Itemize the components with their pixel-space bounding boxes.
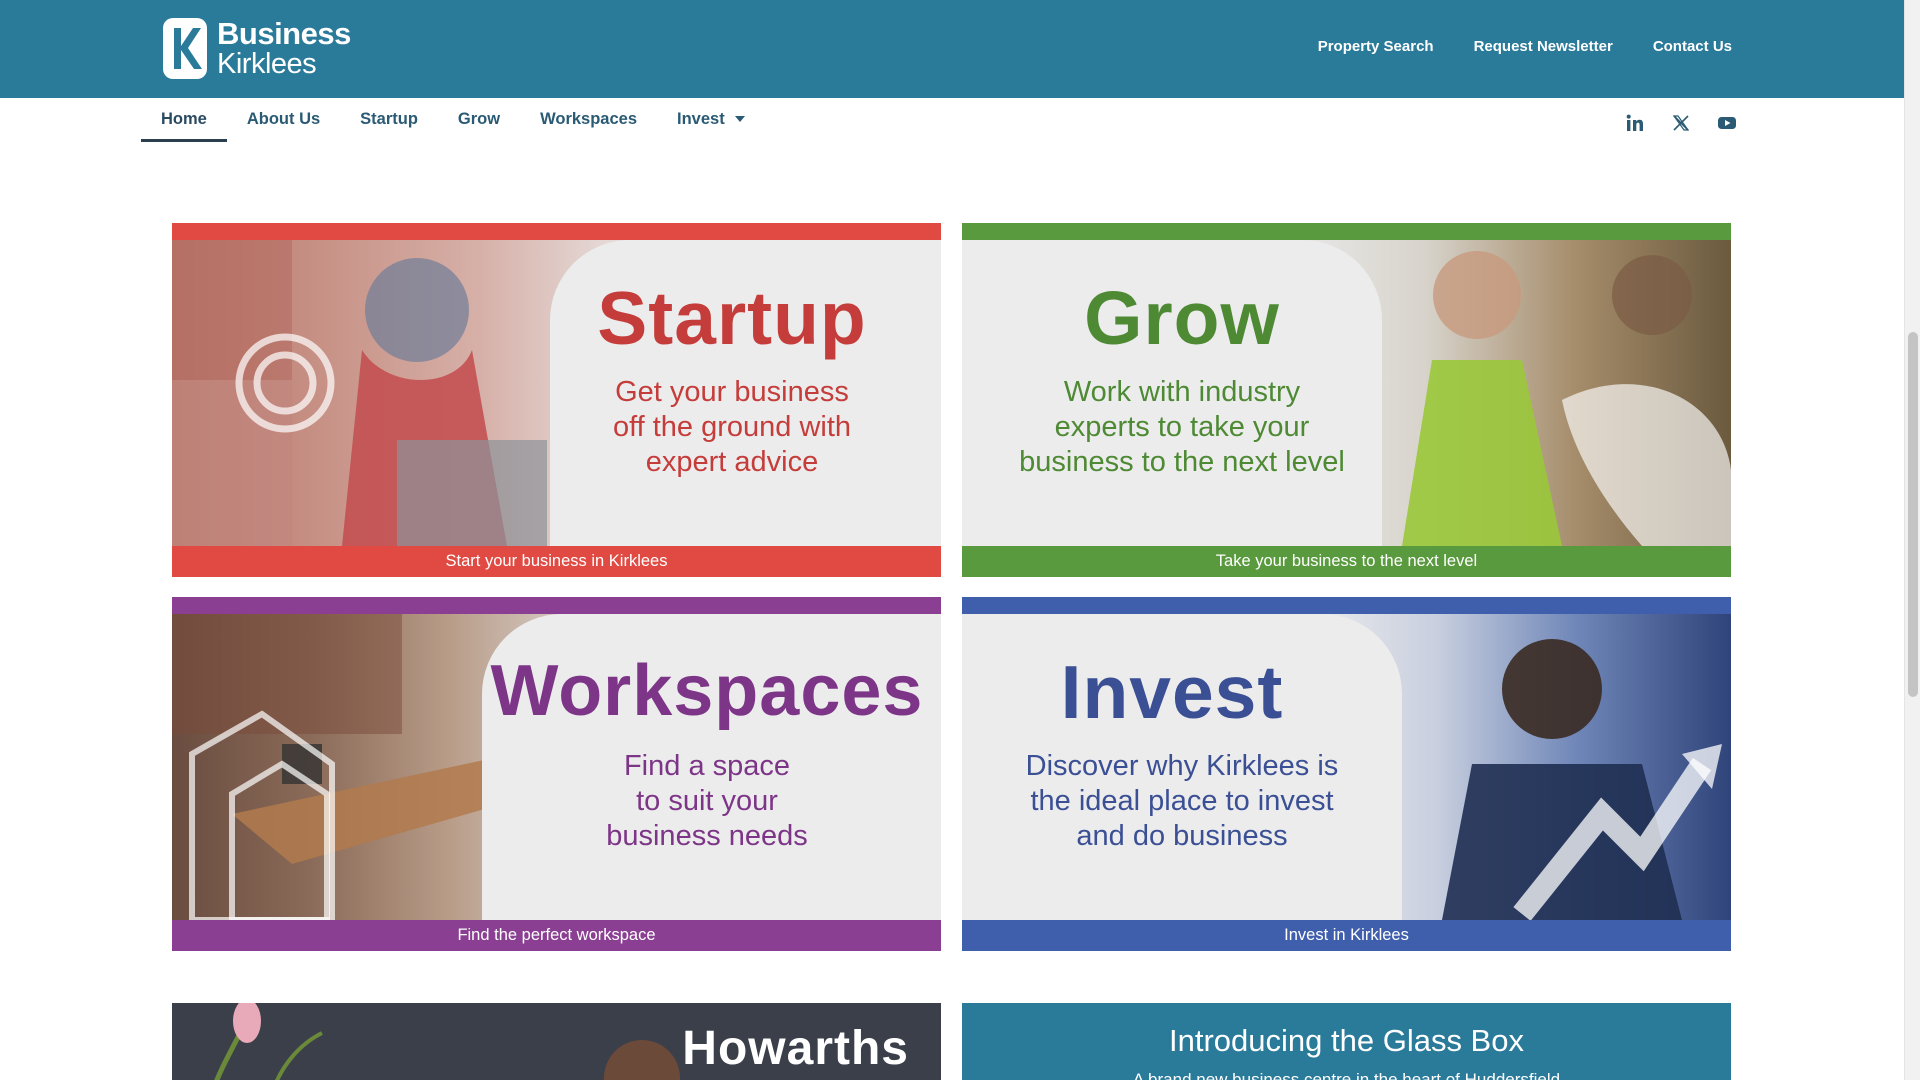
- nav-item-startup[interactable]: Startup: [340, 98, 438, 142]
- main-nav: Home About Us Startup Grow Workspaces In…: [141, 98, 765, 142]
- logo-wordmark: Business Kirklees: [217, 18, 351, 79]
- social-links: [1625, 113, 1737, 133]
- card-subtitle-line-3: business needs: [606, 820, 808, 852]
- card-subtitle-line-1: Get your business: [615, 376, 849, 408]
- glass-box-subtitle: A brand new business centre in the heart…: [1132, 1070, 1561, 1080]
- start-business-button[interactable]: Start your business in Kirklees: [172, 546, 941, 577]
- x-icon[interactable]: [1671, 113, 1691, 133]
- workspace-button[interactable]: Find the perfect workspace: [172, 920, 941, 951]
- card-subtitle-line-3: business to the next level: [1019, 446, 1345, 478]
- contact-us-link[interactable]: Contact Us: [1653, 38, 1732, 55]
- grow-business-button[interactable]: Take your business to the next level: [962, 546, 1731, 577]
- youtube-icon[interactable]: [1717, 113, 1737, 133]
- nav-label: About Us: [246, 110, 321, 128]
- card-subtitle-line-1: Discover why Kirklees is: [1025, 750, 1339, 782]
- card-startup[interactable]: Startup Get your business off the ground…: [172, 223, 941, 577]
- card-heading: Invest: [1060, 650, 1284, 734]
- card-subtitle-line-2: the ideal place to invest: [1030, 785, 1334, 817]
- nav-label: Invest: [677, 110, 725, 128]
- card-accent-strip: [172, 223, 941, 240]
- k-logo-icon: [163, 18, 207, 79]
- card-heading: Grow: [1084, 276, 1280, 360]
- card-heading: Startup: [597, 276, 867, 360]
- card-accent-strip: [172, 597, 941, 614]
- page-scrollbar[interactable]: [1904, 0, 1920, 1080]
- business-kirklees-logo[interactable]: Business Kirklees: [163, 18, 351, 79]
- card-grow[interactable]: Grow Work with industry experts to take …: [962, 223, 1731, 577]
- request-newsletter-link[interactable]: Request Newsletter: [1474, 38, 1613, 55]
- card-workspaces[interactable]: Workspaces Find a space to suit your bus…: [172, 597, 941, 951]
- howarths-promo[interactable]: Howarths: [172, 1003, 941, 1080]
- card-subtitle-line-2: to suit your: [636, 785, 778, 817]
- glass-box-promo[interactable]: Introducing the Glass Box A brand new bu…: [962, 1003, 1731, 1080]
- nav-label: Home: [161, 110, 207, 128]
- card-subtitle-line-2: off the ground with: [612, 411, 852, 443]
- utility-nav: Property Search Request Newsletter Conta…: [1318, 38, 1732, 55]
- card-subtitle-line-1: Work with industry: [1063, 376, 1301, 408]
- card-heading: Workspaces: [490, 651, 924, 731]
- nav-item-about-us[interactable]: About Us: [227, 98, 340, 142]
- card-subtitle-line-3: expert advice: [645, 446, 819, 478]
- scrollbar-thumb[interactable]: [1908, 332, 1918, 697]
- card-subtitle-line-2: experts to take your: [1054, 411, 1310, 443]
- linkedin-icon[interactable]: [1625, 113, 1645, 133]
- nav-item-grow[interactable]: Grow: [438, 98, 520, 142]
- nav-label: Grow: [457, 110, 501, 128]
- nav-label: Workspaces: [540, 110, 638, 128]
- card-accent-strip: [962, 597, 1731, 614]
- logo-line-business: Business: [217, 16, 351, 51]
- nav-item-workspaces[interactable]: Workspaces: [520, 98, 657, 142]
- card-invest[interactable]: Invest Discover why Kirklees is the idea…: [962, 597, 1731, 951]
- card-subtitle-line-1: Find a space: [623, 750, 791, 782]
- howarths-logo-text: Howarths: [682, 1022, 909, 1075]
- page: Business Kirklees Property Search Reques…: [0, 0, 1920, 1080]
- nav-label: Startup: [360, 110, 418, 128]
- top-header-bar: Business Kirklees Property Search Reques…: [0, 0, 1904, 98]
- logo-line-kirklees: Kirklees: [217, 48, 317, 80]
- property-search-link[interactable]: Property Search: [1318, 38, 1434, 55]
- card-accent-strip: [962, 223, 1731, 240]
- glass-box-title: Introducing the Glass Box: [1169, 1023, 1524, 1058]
- nav-item-home[interactable]: Home: [141, 98, 227, 142]
- chevron-down-icon[interactable]: [734, 116, 745, 122]
- nav-item-invest[interactable]: Invest: [657, 98, 765, 142]
- card-subtitle-line-3: and do business: [1076, 820, 1288, 852]
- invest-button[interactable]: Invest in Kirklees: [962, 920, 1731, 951]
